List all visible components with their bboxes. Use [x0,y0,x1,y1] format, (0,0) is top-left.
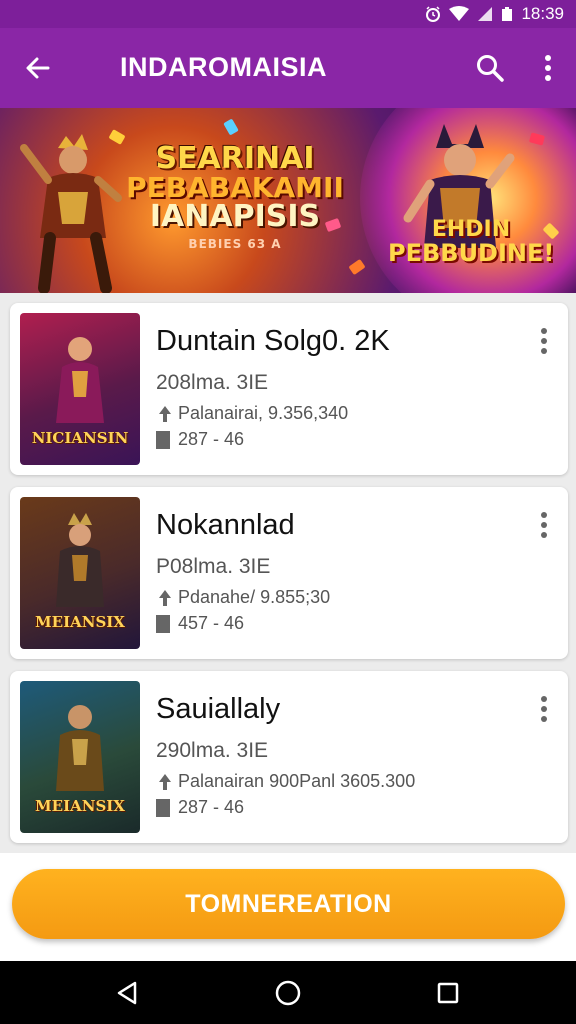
thumbnail-character [56,337,104,423]
game-subtitle: 208lma. 3IE [156,371,269,394]
game-meta-players: Pdanahe/ 9.855;30 [156,587,330,608]
promo-banner[interactable]: SEARINAI PEBABAKAMII IANAPISIS BEBIES 63… [0,108,576,293]
banner-promo-line-1: EHDIN [431,217,511,242]
game-card[interactable]: MEIANSIX Sauiallaly 290lma. 3IE Palanair… [10,671,568,843]
game-thumbnail: MEIANSIX [20,681,140,833]
more-vert-icon [541,696,547,722]
file-icon [156,614,170,633]
alarm-icon [425,6,441,22]
game-title: Nokannlad [156,509,295,541]
back-arrow-icon [26,57,50,79]
primary-action-button[interactable]: TOMNEREATION [12,869,565,939]
game-card[interactable]: NICIANSIN Duntain Solg0. 2K 208lma. 3IE … [10,303,568,475]
file-icon [156,430,170,449]
game-thumbnail: MEIANSIX [20,497,140,649]
system-nav-bar [0,961,576,1024]
thumbnail-character [56,513,104,607]
confetti [223,118,239,136]
game-thumbnail-label: MEIANSIX [35,797,125,815]
banner-headline: SEARINAI PEBABAKAMII IANAPISIS BEBIES 63… [120,141,350,251]
game-title: Duntain Solg0. 2K [156,325,390,357]
more-vert-icon [541,512,547,538]
confetti [348,258,366,276]
banner-headline-line-2: PEBABAKAMII [126,171,344,204]
wifi-icon [449,6,470,22]
game-meta-size: 457 - 46 [156,613,244,634]
banner-headline-line-1: SEARINAI [155,141,315,176]
more-vert-icon [541,328,547,354]
game-meta-size-text: 287 - 46 [178,429,245,449]
search-icon [477,55,504,82]
nav-home-button[interactable] [258,971,318,1015]
banner-tagline: BEBIES 63 A [188,237,282,251]
game-meta-size-text: 287 - 46 [178,797,245,817]
file-icon [156,798,170,817]
game-meta-players: Palanairan 900Panl 3605.300 [156,771,415,792]
signal-icon [477,6,493,22]
nav-recents-button[interactable] [418,971,478,1015]
game-subtitle: P08lma. 3IE [156,555,271,578]
person-icon [159,773,171,790]
app-bar: INDAROMAISIA [0,28,576,108]
game-more-button[interactable] [528,321,560,361]
status-time: 18:39 [521,4,564,23]
game-title: Sauiallaly [156,693,281,725]
game-meta-players-text: Pdanahe/ 9.855;30 [178,587,331,607]
game-subtitle: 290lma. 3IE [156,739,269,762]
game-meta-size-text: 457 - 46 [178,613,245,633]
home-circle-icon [275,980,301,1006]
game-list: NICIANSIN Duntain Solg0. 2K 208lma. 3IE … [0,293,576,853]
game-meta-size: 287 - 46 [156,797,244,818]
game-meta-players-text: Palanairan 900Panl 3605.300 [178,771,416,791]
person-icon [159,589,171,606]
page-title: INDAROMAISIA [120,52,327,82]
person-icon [159,405,171,422]
game-thumbnail-label: NICIANSIN [31,429,129,447]
status-bar: 18:39 [0,0,576,28]
game-card[interactable]: MEIANSIX Nokannlad P08lma. 3IE Pdanahe/ … [10,487,568,659]
thumbnail-character [56,705,104,791]
game-meta-players-text: Palanairai, 9.356,340 [178,403,349,423]
back-button[interactable] [16,46,60,90]
game-more-button[interactable] [528,689,560,729]
game-meta-players: Palanairai, 9.356,340 [156,403,348,424]
overflow-menu-button[interactable] [526,46,570,90]
banner-promo-line-2: PEBBUDINE! [388,239,555,268]
game-more-button[interactable] [528,505,560,545]
back-triangle-icon [117,981,137,1005]
banner-hero-left [20,134,122,293]
game-thumbnail-label: MEIANSIX [35,613,125,631]
more-vert-icon [545,55,551,81]
game-meta-size: 287 - 46 [156,429,244,450]
cta-container: TOMNEREATION [0,853,576,961]
recents-square-icon [437,982,459,1004]
game-thumbnail: NICIANSIN [20,313,140,465]
search-button[interactable] [468,46,512,90]
battery-icon [501,6,513,22]
banner-headline-line-3: IANAPISIS [149,199,321,234]
nav-back-button[interactable] [98,971,158,1015]
banner-promo-text: EHDIN PEBBUDINE! [388,218,554,266]
